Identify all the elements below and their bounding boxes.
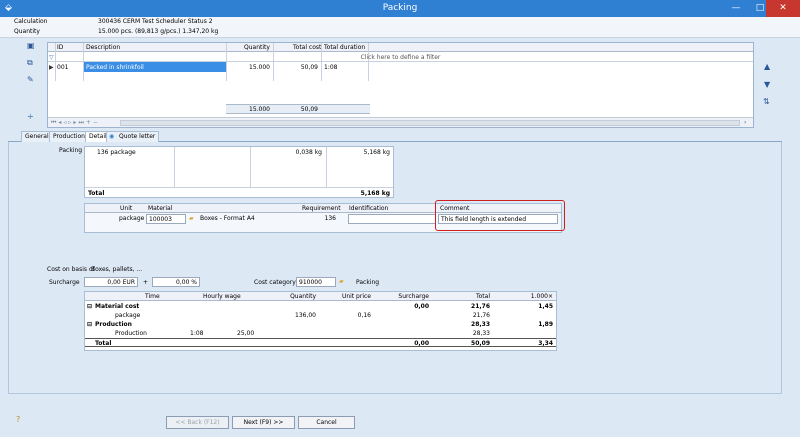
calculation-value: 300436 CERM Test Scheduler Status 2 bbox=[98, 18, 213, 25]
col-hourly-wage: Hourly wage bbox=[203, 293, 241, 300]
col-total: Total bbox=[475, 293, 490, 300]
col-unit: Unit bbox=[120, 205, 133, 212]
category-folder-icon[interactable]: ▰ bbox=[339, 278, 344, 285]
packing-total-value: 5,168 kg bbox=[360, 190, 390, 197]
col-cost-quantity: Quantity bbox=[290, 293, 316, 300]
tab-quote-letter[interactable]: ◉ Quote letter bbox=[106, 131, 160, 142]
col-per-thousand: 1.000× bbox=[530, 293, 553, 300]
packing-box: 136 package 0,038 kg 5,168 kg Total 5,16… bbox=[84, 146, 394, 198]
sort-az-icon[interactable]: ⇅ bbox=[763, 97, 770, 106]
tab-production[interactable]: Production bbox=[49, 131, 89, 142]
surcharge-amount-input[interactable]: 0,00 EUR bbox=[84, 277, 138, 287]
cost-basis-label: Cost on basis of bbox=[47, 266, 95, 273]
packing-label: Packing bbox=[59, 147, 83, 154]
row-quantity: 15.000 bbox=[249, 64, 270, 71]
col-id[interactable]: ID bbox=[57, 44, 63, 51]
cost-table: Time Hourly wage Quantity Unit price Sur… bbox=[84, 291, 557, 351]
table-row[interactable]: ⊟ Production 28,33 1,89 bbox=[85, 320, 556, 329]
folder-icon[interactable]: ▰ bbox=[189, 215, 194, 222]
table-row[interactable]: Total 0,00 50,09 3,34 bbox=[85, 338, 556, 347]
tab-bar: General Production Detail ◉ Quote letter bbox=[8, 131, 782, 142]
cost-category-input[interactable]: 910000 bbox=[296, 277, 336, 287]
col-total-cost[interactable]: Total cost bbox=[293, 44, 321, 51]
material-code-input[interactable]: 100003 bbox=[146, 214, 186, 224]
move-up-icon[interactable]: ▲ bbox=[764, 62, 770, 71]
col-time: Time bbox=[145, 293, 160, 300]
new-item-icon[interactable]: ▣ bbox=[27, 41, 35, 50]
col-material: Material bbox=[148, 205, 173, 212]
title-bar: ⬙ Packing — □ ✕ bbox=[0, 0, 800, 17]
cost-category-label: Cost category bbox=[254, 279, 296, 286]
col-surcharge: Surcharge bbox=[398, 293, 429, 300]
info-bar: Calculation 300436 CERM Test Scheduler S… bbox=[0, 17, 800, 38]
quantity-value: 15.000 pcs. (89,813 g/pcs.) 1.347,20 kg bbox=[98, 28, 219, 35]
copy-item-icon[interactable]: ⧉ bbox=[27, 58, 33, 68]
table-row[interactable]: Production 1:08 25,00 28,33 bbox=[85, 329, 556, 338]
cancel-button[interactable]: Cancel bbox=[298, 416, 355, 429]
next-button[interactable]: Next (F9) >> bbox=[232, 416, 295, 429]
row-id: 001 bbox=[57, 64, 69, 71]
scroll-right-icon[interactable]: › bbox=[744, 119, 746, 126]
back-button[interactable]: << Back (F12) bbox=[166, 416, 229, 429]
table-row[interactable]: package 136,00 0,16 21,76 bbox=[85, 311, 556, 320]
quote-letter-icon: ◉ bbox=[109, 133, 115, 140]
filter-row[interactable]: Click here to define a filter bbox=[48, 54, 753, 61]
row-description: Packed in shrinkfoil bbox=[86, 64, 144, 71]
col-identification: Identification bbox=[349, 205, 389, 212]
col-quantity[interactable]: Quantity bbox=[244, 44, 270, 51]
tab-general[interactable]: General bbox=[21, 131, 53, 142]
minimize-button[interactable]: — bbox=[724, 0, 748, 17]
table-row[interactable]: ⊟ Material cost 0,00 21,76 1,45 bbox=[85, 302, 556, 311]
surcharge-label: Surcharge bbox=[49, 279, 80, 286]
surcharge-percent-input[interactable]: 0,00 % bbox=[152, 277, 200, 287]
operations-grid: ID Description Quantity Total cost Total… bbox=[47, 42, 754, 128]
packing-total-label: Total bbox=[88, 190, 105, 197]
identification-input[interactable] bbox=[348, 214, 436, 224]
footer-total-cost: 50,09 bbox=[300, 106, 318, 113]
cost-category-name: Packing bbox=[356, 279, 380, 286]
col-description[interactable]: Description bbox=[86, 44, 120, 51]
table-row[interactable]: ▶ 001 Packed in shrinkfoil 15.000 50,09 … bbox=[48, 62, 753, 72]
close-button[interactable]: ✕ bbox=[766, 0, 800, 17]
cost-basis-value: Boxes, pallets, ... bbox=[91, 266, 143, 273]
material-requirement: 136 bbox=[324, 215, 336, 222]
row-total-cost: 50,09 bbox=[300, 64, 318, 71]
packing-item-weight: 0,038 kg bbox=[295, 149, 322, 156]
material-unit: package bbox=[119, 215, 145, 222]
horizontal-scrollbar[interactable] bbox=[120, 120, 740, 126]
quantity-label: Quantity bbox=[14, 28, 40, 35]
surcharge-plus: + bbox=[143, 279, 149, 286]
calculation-label: Calculation bbox=[14, 18, 48, 25]
comment-highlight-frame bbox=[435, 200, 565, 231]
move-down-icon[interactable]: ▼ bbox=[764, 80, 770, 89]
packing-item-name: 136 package bbox=[97, 149, 136, 156]
footer-quantity: 15.000 bbox=[249, 106, 270, 113]
col-requirement: Requirement bbox=[302, 205, 341, 212]
split-icon[interactable]: ÷ bbox=[27, 112, 34, 121]
tab-quote-letter-label: Quote letter bbox=[119, 133, 156, 140]
col-unit-price: Unit price bbox=[341, 293, 371, 300]
eraser-icon[interactable]: ✎ bbox=[27, 75, 34, 84]
packing-item-total: 5,168 kg bbox=[363, 149, 390, 156]
grid-footer: 15.000 50,09 bbox=[226, 104, 370, 114]
grid-navigator: ⏮◂◃▹▸⏭+− › bbox=[48, 117, 753, 127]
grid-header: ID Description Quantity Total cost Total… bbox=[48, 43, 753, 52]
col-total-duration[interactable]: Total duration bbox=[324, 44, 365, 51]
row-duration: 1:08 bbox=[324, 64, 338, 71]
material-name: Boxes - Format A4 bbox=[200, 215, 255, 222]
help-icon[interactable]: ? bbox=[16, 415, 20, 424]
detail-panel: Packing 136 package 0,038 kg 5,168 kg To… bbox=[8, 142, 782, 394]
navigator-buttons-icon[interactable]: ⏮◂◃▹▸⏭+− bbox=[51, 119, 100, 127]
window-title: Packing bbox=[382, 3, 418, 13]
